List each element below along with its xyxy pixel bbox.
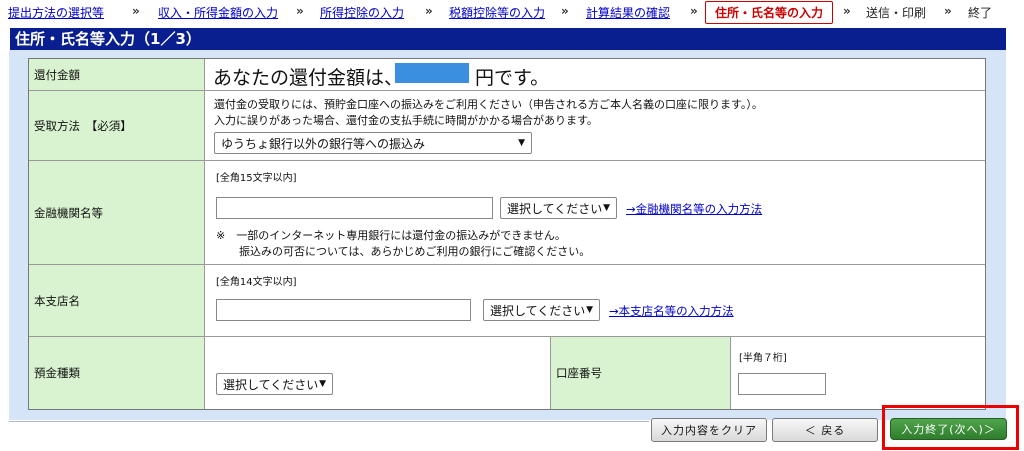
step-separator: » bbox=[944, 4, 952, 18]
page-title: 住所・氏名等入力（1／3） bbox=[10, 28, 1006, 50]
branch-name-input[interactable] bbox=[216, 299, 471, 321]
step-send-print: 送信・印刷 bbox=[866, 6, 927, 20]
branch-select-value: 選択してください bbox=[490, 303, 586, 318]
step-link-income-entry[interactable]: 収入・所得金額の入力 bbox=[158, 4, 278, 21]
step-link-submission-method[interactable]: 提出方法の選択等 bbox=[8, 4, 104, 21]
step-link-deduction-entry[interactable]: 所得控除の入力 bbox=[320, 4, 404, 21]
step-separator: » bbox=[561, 4, 569, 18]
account-number-input[interactable] bbox=[738, 373, 826, 395]
step-navigation: 提出方法の選択等 » 収入・所得金額の入力 » 所得控除の入力 » 税額控除等の… bbox=[0, 0, 1024, 26]
refund-amount-text: あなたの還付金額は、 bbox=[213, 67, 404, 89]
form-table: 還付金額 あなたの還付金額は、 円です。 受取方法 【必須】 還付金の受取りには… bbox=[28, 58, 986, 410]
current-step-address-name: 住所・氏名等の入力 bbox=[705, 1, 834, 24]
back-button[interactable]: ＜ 戻る bbox=[772, 418, 878, 442]
clear-input-button[interactable]: 入力内容をクリア bbox=[651, 418, 767, 442]
bank-select-value: 選択してください bbox=[507, 201, 603, 216]
receive-method-note-2: 入力に誤りがあった場合、還付金の支払手続に時間がかかる場合があります。 bbox=[214, 114, 598, 127]
branch-name-limit: [全角14文字以内] bbox=[216, 277, 297, 288]
dropdown-arrow-icon: ▼ bbox=[603, 203, 610, 213]
account-number-label: 口座番号 bbox=[550, 337, 731, 409]
step-link-tax-credit-entry[interactable]: 税額控除等の入力 bbox=[449, 4, 545, 21]
deposit-type-select-value: 選択してください bbox=[223, 377, 319, 392]
branch-select[interactable]: 選択してください ▼ bbox=[483, 299, 600, 321]
receive-method-selected-value: ゆうちょ銀行以外の銀行等への振込み bbox=[221, 136, 426, 151]
step-separator: » bbox=[425, 4, 433, 18]
bank-name-input[interactable] bbox=[216, 197, 493, 219]
step-finish: 終了 bbox=[968, 6, 993, 20]
bank-warning-2: 振込みの可否については、あらかじめご利用の銀行にご確認ください。 bbox=[239, 245, 591, 258]
branch-input-help-link[interactable]: →本支店名等の入力方法 bbox=[609, 303, 734, 319]
row-receive-method: 受取方法 【必須】 還付金の受取りには、預貯金口座への振込みをご利用ください（申… bbox=[29, 91, 985, 161]
row-refund-amount: 還付金額 あなたの還付金額は、 円です。 bbox=[29, 59, 985, 91]
branch-name-label: 本支店名 bbox=[29, 265, 205, 336]
bank-select[interactable]: 選択してください ▼ bbox=[500, 197, 617, 219]
refund-amount-label: 還付金額 bbox=[29, 59, 205, 90]
step-separator: » bbox=[132, 4, 140, 18]
step-separator: » bbox=[296, 4, 304, 18]
bank-input-help-link[interactable]: →金融機関名等の入力方法 bbox=[626, 201, 762, 217]
next-button-highlight bbox=[882, 405, 1019, 450]
refund-amount-unit: 円です。 bbox=[475, 67, 550, 89]
step-link-result-confirm[interactable]: 計算結果の確認 bbox=[586, 4, 670, 21]
receive-method-select[interactable]: ゆうちょ銀行以外の銀行等への振込み ▼ bbox=[214, 132, 532, 154]
bank-warning-1: ※ 一部のインターネット専用銀行には還付金の振込みができません。 bbox=[216, 229, 566, 242]
step-separator: » bbox=[843, 4, 851, 18]
receive-method-note-1: 還付金の受取りには、預貯金口座への振込みをご利用ください（申告される方ご本人名義… bbox=[214, 98, 763, 111]
dropdown-arrow-icon: ▼ bbox=[518, 138, 525, 148]
bank-name-label: 金融機関名等 bbox=[29, 161, 205, 264]
deposit-type-label: 預金種類 bbox=[29, 337, 205, 409]
row-branch-name: 本支店名 [全角14文字以内] 選択してください ▼ →本支店名等の入力方法 bbox=[29, 265, 985, 337]
row-deposit-type: 預金種類 選択してください ▼ 口座番号 [半角７桁] bbox=[29, 337, 985, 409]
dropdown-arrow-icon: ▼ bbox=[319, 379, 326, 389]
deposit-type-select[interactable]: 選択してください ▼ bbox=[216, 373, 333, 395]
divider bbox=[9, 421, 649, 422]
receive-method-label: 受取方法 【必須】 bbox=[29, 91, 205, 160]
account-number-limit: [半角７桁] bbox=[739, 353, 787, 364]
row-bank-name: 金融機関名等 [全角15文字以内] 選択してください ▼ →金融機関名等の入力方… bbox=[29, 161, 985, 265]
bank-name-limit: [全角15文字以内] bbox=[216, 173, 297, 184]
step-separator: » bbox=[690, 4, 698, 18]
dropdown-arrow-icon: ▼ bbox=[586, 305, 593, 315]
refund-amount-value-masked bbox=[395, 63, 469, 83]
